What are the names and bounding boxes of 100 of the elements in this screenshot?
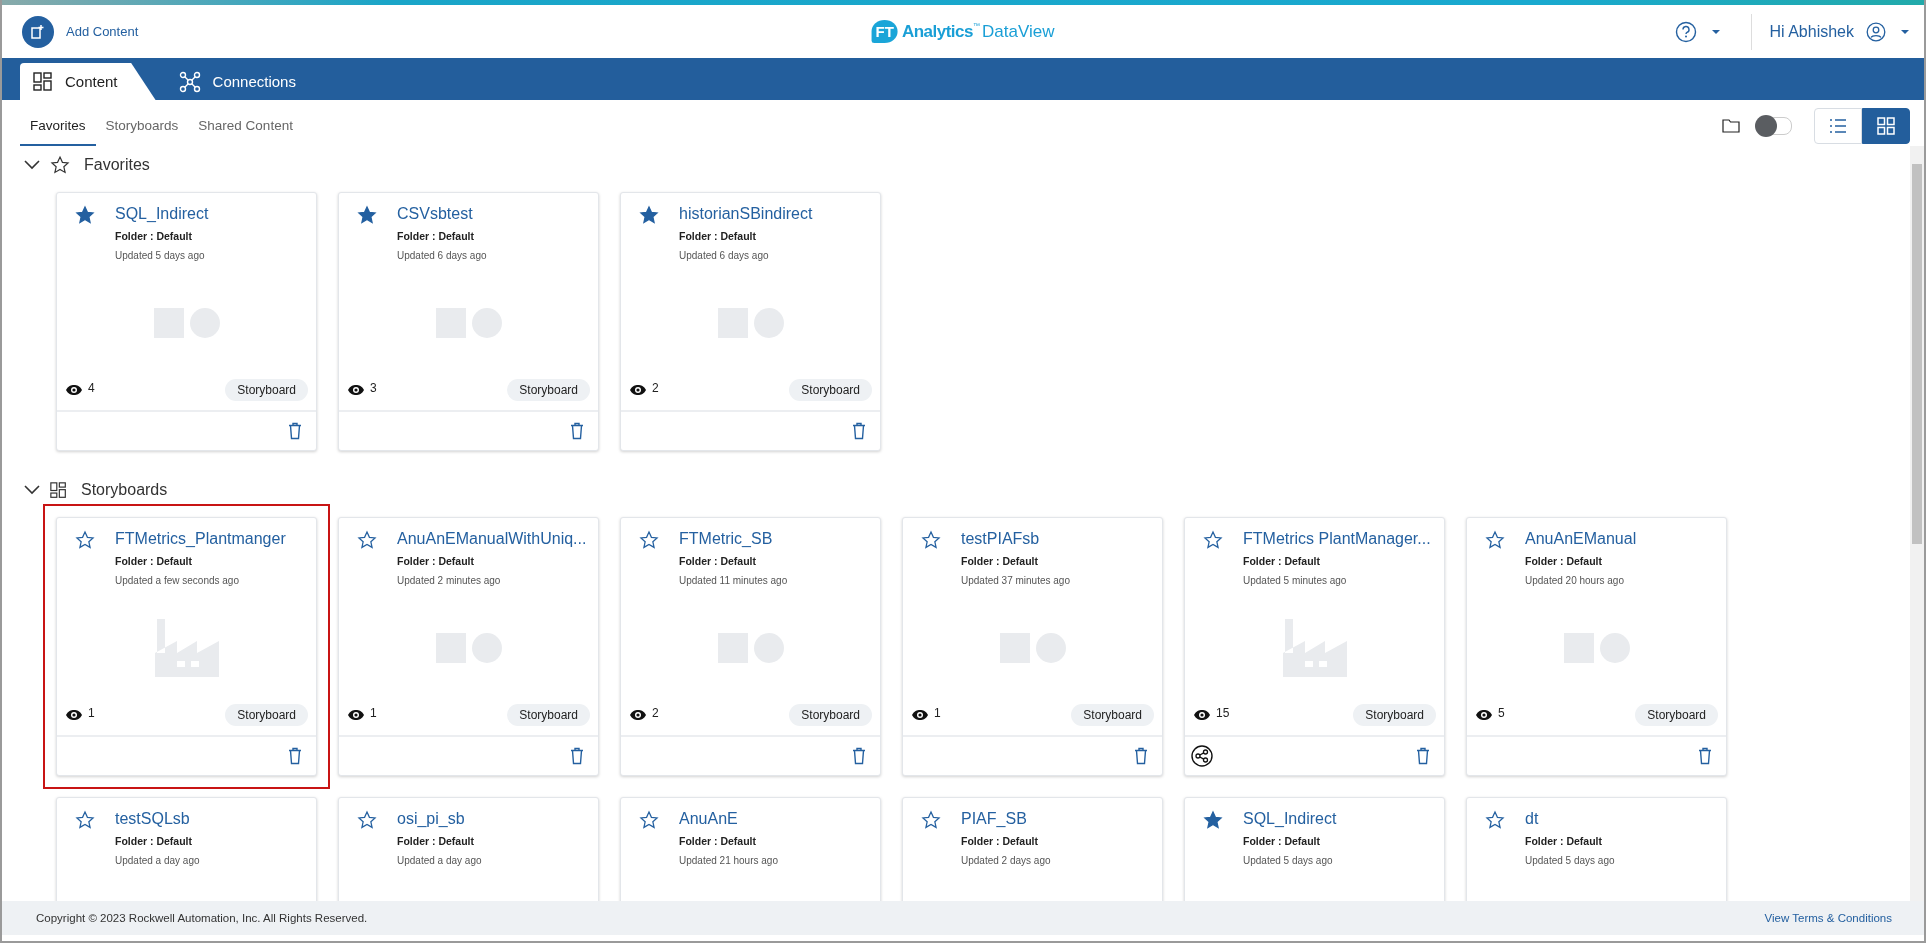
card-title[interactable]: dt [1525,809,1615,829]
user-greeting[interactable]: Hi Abhishek [1769,22,1854,41]
terms-link[interactable]: View Terms & Conditions [1764,912,1892,924]
trash-icon[interactable] [570,747,584,765]
content-card[interactable]: SQL_Indirect Folder : Default Updated 5 days ago [1184,797,1445,901]
star-icon[interactable] [75,530,95,550]
star-icon[interactable] [1485,530,1505,550]
type-badge: Storyboard [1353,704,1436,726]
chevron-icon[interactable] [24,160,40,170]
star-icon[interactable] [1485,810,1505,830]
eye-icon [911,709,929,721]
star-icon[interactable] [921,810,941,830]
card-title[interactable]: AnuAnEManualWithUniq... [397,529,586,549]
trash-icon[interactable] [1416,747,1430,765]
user-icon[interactable] [1866,21,1886,42]
trash-icon[interactable] [852,747,866,765]
content-card[interactable]: FTMetrics_Plantmanger Folder : Default Updated a few seconds ago 1 Storyboard [56,517,317,776]
card-folder: Folder : Default [115,555,193,567]
view-count: 2 [652,381,659,395]
card-folder: Folder : Default [1525,835,1603,847]
card-folder: Folder : Default [679,555,757,567]
star-icon[interactable] [1203,530,1223,550]
toggle-switch[interactable] [1756,117,1792,135]
content-card[interactable]: historianSBindirect Folder : Default Updated 6 days ago 2 Storyboard [620,192,881,451]
caret-icon[interactable] [1710,28,1721,35]
star-icon[interactable] [639,530,659,550]
star-icon[interactable] [921,530,941,550]
card-updated: Updated 21 hours ago [679,855,778,866]
content-card[interactable]: AnuAnE Folder : Default Updated 21 hours ago [620,797,881,901]
type-badge: Storyboard [225,379,308,401]
card-folder: Folder : Default [1525,555,1603,567]
content-card[interactable]: FTMetrics PlantManager... Folder : Default Updated 5 minutes ago 15 Storyboard [1184,517,1445,776]
trash-icon[interactable] [1134,747,1148,765]
card-title[interactable]: FTMetrics PlantManager... [1243,529,1431,549]
view-count: 15 [1216,706,1230,720]
trash-icon[interactable] [288,747,302,765]
trash-icon[interactable] [570,422,584,440]
nav-tab[interactable]: Content [20,63,156,100]
type-badge: Storyboard [507,379,590,401]
content-card[interactable]: osi_pi_sb Folder : Default Updated a day ago [338,797,599,901]
grid-view-button[interactable] [1862,108,1910,144]
card-title[interactable]: AnuAnEManual [1525,529,1637,549]
star-icon[interactable] [357,810,377,830]
help-icon[interactable] [1674,20,1697,43]
card-folder: Folder : Default [961,835,1039,847]
scrollbar[interactable] [1910,146,1924,901]
caret-icon[interactable] [1900,28,1910,35]
filled-star-icon[interactable] [639,205,659,225]
content-card[interactable]: AnuAnEManual Folder : Default Updated 20 hours ago 5 Storyboard [1466,517,1727,776]
card-folder: Folder : Default [961,555,1039,567]
type-badge: Storyboard [507,704,590,726]
share-icon[interactable] [1191,745,1213,767]
card-folder: Folder : Default [397,835,475,847]
card-updated: Updated 5 days ago [1243,855,1334,866]
trash-icon[interactable] [852,422,866,440]
add-content-button[interactable] [22,15,54,48]
card-folder: Folder : Default [397,230,475,242]
trash-icon[interactable] [1698,747,1712,765]
card-title[interactable]: FTMetric_SB [679,529,788,549]
card-title[interactable]: SQL_Indirect [115,204,209,224]
content-card[interactable]: CSVsbtest Folder : Default Updated 6 days ago 3 Storyboard [338,192,599,451]
filter-tab[interactable]: Storyboards [95,106,189,146]
star-icon[interactable] [639,810,659,830]
card-title[interactable]: CSVsbtest [397,204,487,224]
filter-tab[interactable]: Favorites [20,106,96,146]
list-icon [1829,118,1847,134]
card-title[interactable]: FTMetrics_Plantmanger [115,529,286,549]
content-card[interactable]: dt Folder : Default Updated 5 days ago [1466,797,1727,901]
chevron-icon[interactable] [24,485,40,495]
eye-icon [347,709,365,721]
star-icon[interactable] [75,810,95,830]
trash-icon[interactable] [288,422,302,440]
content-card[interactable]: FTMetric_SB Folder : Default Updated 11 minutes ago 2 Storyboard [620,517,881,776]
card-updated: Updated 11 minutes ago [679,575,788,586]
filled-star-icon[interactable] [357,205,377,225]
add-content-link[interactable]: Add Content [66,24,139,39]
view-count: 4 [88,381,95,395]
network-icon [178,70,201,93]
content-card[interactable]: AnuAnEManualWithUniq... Folder : Default Updated 2 minutes ago 1 Storyboard [338,517,599,776]
card-title[interactable]: AnuAnE [679,809,778,829]
card-title[interactable]: osi_pi_sb [397,809,482,829]
star-icon[interactable] [357,530,377,550]
content-card[interactable]: PIAF_SB Folder : Default Updated 2 days ago [902,797,1163,901]
card-updated: Updated 5 days ago [115,250,206,261]
folder-icon[interactable] [1722,119,1740,133]
content-card[interactable]: testSQLsb Folder : Default Updated a day ago [56,797,317,901]
card-updated: Updated a day ago [115,855,200,866]
nav-tab[interactable]: Connections [165,63,334,100]
filter-tab[interactable]: Shared Content [188,106,303,146]
content-card[interactable]: testPIAFsb Folder : Default Updated 37 minutes ago 1 Storyboard [902,517,1163,776]
filled-star-icon[interactable] [1203,810,1223,830]
card-title[interactable]: historianSBindirect [679,204,813,224]
type-badge: Storyboard [789,379,872,401]
filled-star-icon[interactable] [75,205,95,225]
card-title[interactable]: testSQLsb [115,809,200,829]
card-title[interactable]: SQL_Indirect [1243,809,1337,829]
card-title[interactable]: testPIAFsb [961,529,1070,549]
card-title[interactable]: PIAF_SB [961,809,1051,829]
content-card[interactable]: SQL_Indirect Folder : Default Updated 5 days ago 4 Storyboard [56,192,317,451]
list-view-button[interactable] [1814,108,1862,144]
